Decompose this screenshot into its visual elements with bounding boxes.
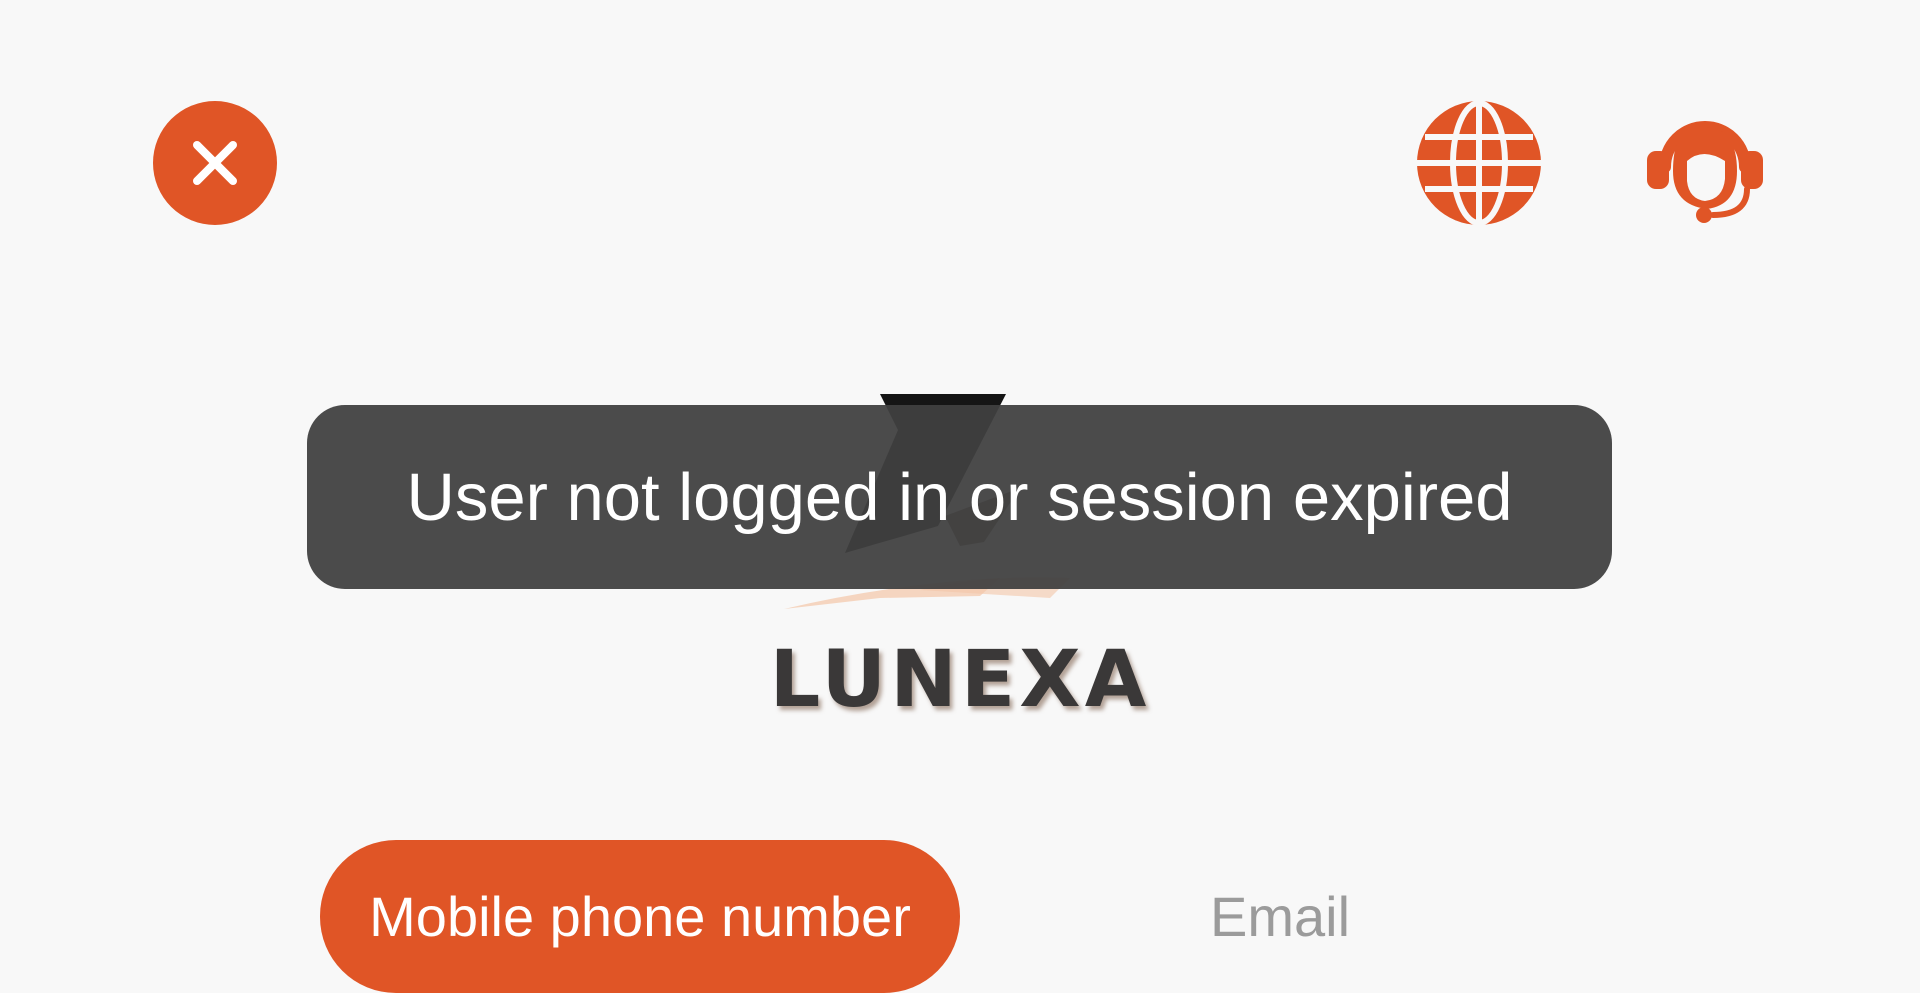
tab-email-label: Email [1209,885,1351,948]
login-page: LUNEXA User not logged in or session exp… [0,0,1920,993]
customer-service-headset-icon [1647,121,1763,223]
globe-icon [1417,101,1541,225]
language-button[interactable] [1417,101,1541,225]
customer-support-button[interactable] [1643,101,1767,225]
tab-mobile-phone[interactable]: Mobile phone number [320,840,960,993]
session-expired-toast: User not logged in or session expired [307,405,1612,589]
tab-mobile-phone-label: Mobile phone number [369,885,911,948]
close-icon [193,141,237,185]
close-button[interactable] [153,101,277,225]
tab-email[interactable]: Email [1160,840,1400,993]
logo-wordmark: LUNEXA [769,635,1151,725]
